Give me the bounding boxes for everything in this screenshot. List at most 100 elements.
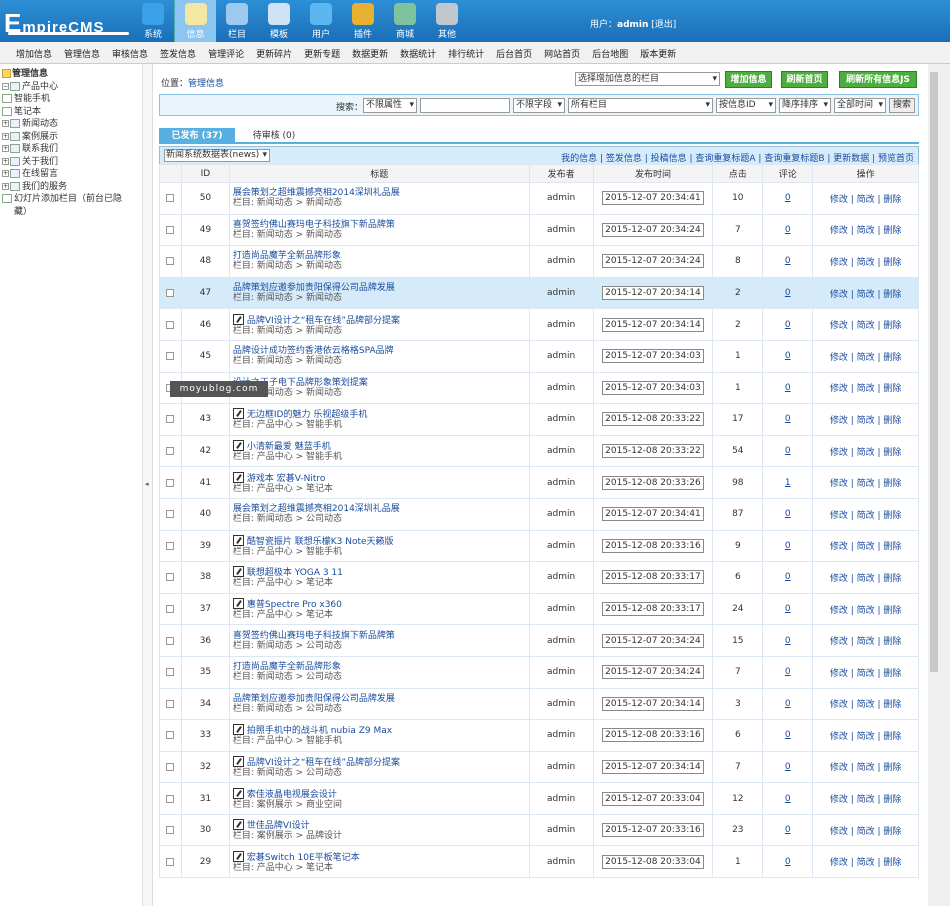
row-comments-link[interactable]: 0 — [785, 256, 791, 266]
row-checkbox[interactable] — [166, 289, 175, 298]
sidebar-splitter[interactable]: ◂ — [143, 64, 153, 906]
search-button[interactable]: 搜索 — [889, 98, 915, 113]
row-checkbox[interactable] — [166, 573, 175, 582]
row-title-link[interactable]: 索佳液晶电视展会设计 — [247, 790, 337, 800]
tree-item[interactable]: + 在线留言 — [2, 168, 140, 181]
row-comments-link[interactable]: 0 — [785, 762, 791, 772]
subnav-item[interactable]: 数据更新 — [346, 42, 394, 63]
row-title-link[interactable]: 展会策划之超维震撼亮相2014深圳礼品展 — [233, 188, 400, 198]
row-comments-link[interactable]: 0 — [785, 541, 791, 551]
nav-gear[interactable]: 其他 — [426, 0, 468, 42]
row-title-link[interactable]: 联想超极本 YOGA 3 11 — [247, 568, 343, 578]
row-title-link[interactable]: 酷智瓷振片 联想乐檬K3 Note天籁版 — [247, 537, 394, 547]
row-checkbox[interactable] — [166, 668, 175, 677]
row-title-link[interactable]: 拍照手机中的战斗机 nubia Z9 Max — [247, 726, 392, 736]
row-checkbox[interactable] — [166, 794, 175, 803]
order-select[interactable]: 降序排序 ▾ — [779, 98, 831, 113]
collapse-arrow-icon[interactable]: ◂ — [145, 480, 149, 488]
row-time-input[interactable]: 2015-12-08 20:33:17 — [602, 570, 704, 585]
row-time-input[interactable]: 2015-12-07 20:33:04 — [602, 791, 704, 806]
row-title-link[interactable]: 品牌设计成功签约香港依云格格SPA品牌 — [233, 346, 394, 356]
row-ops[interactable]: 修改 | 简改 | 删除 — [812, 592, 919, 626]
refresh-home-button[interactable]: 刷新首页 — [781, 71, 828, 88]
table-row[interactable]: 29 宏碁Switch 10E平板笔记本 栏目: 产品中心 > 笔记本 admin 20… — [159, 845, 919, 879]
row-title-link[interactable]: 打造尚品魔芋全新品牌形象 — [233, 662, 341, 672]
tree-item[interactable]: + 案例展示 — [2, 131, 140, 144]
row-time-input[interactable]: 2015-12-08 20:33:17 — [602, 602, 704, 617]
row-comments-link[interactable]: 0 — [785, 193, 791, 203]
row-ops[interactable]: 修改 | 简改 | 删除 — [812, 719, 919, 752]
row-checkbox[interactable] — [166, 857, 175, 866]
row-time-input[interactable]: 2015-12-07 20:34:03 — [602, 349, 704, 364]
row-ops[interactable]: 修改 | 简改 | 删除 — [812, 750, 919, 784]
row-comments-link[interactable]: 0 — [785, 857, 791, 867]
row-checkbox[interactable] — [166, 257, 175, 266]
subnav-item[interactable]: 网站首页 — [538, 42, 586, 63]
row-time-input[interactable]: 2015-12-08 20:33:26 — [602, 475, 704, 490]
tree-item[interactable]: + 关于我们 — [2, 156, 140, 169]
row-title-link[interactable]: 喜贺签约佛山赛玛电子科技旗下新品牌策 — [233, 220, 395, 230]
tree-root[interactable]: 管理信息 — [2, 68, 140, 81]
nav-tools[interactable]: 插件 — [342, 0, 384, 42]
row-title-link[interactable]: 打造尚品魔芋全新品牌形象 — [233, 251, 341, 261]
row-title-link[interactable]: 小清新最爱 魅蓝手机 — [247, 442, 331, 452]
row-comments-link[interactable]: 1 — [785, 478, 791, 488]
nav-folder[interactable]: 栏目 — [216, 0, 258, 42]
row-comments-link[interactable]: 0 — [785, 383, 791, 393]
row-checkbox[interactable] — [166, 320, 175, 329]
toolbar-links[interactable]: 我的信息 | 签发信息 | 投稿信息 | 查询重复标题A | 查询重复标题B |… — [561, 151, 914, 164]
logout-link[interactable]: [退出] — [651, 20, 676, 30]
subnav-item[interactable]: 版本更新 — [634, 42, 682, 63]
expand-icon[interactable]: + — [2, 145, 9, 152]
table-row[interactable]: 39 酷智瓷振片 联想乐檬K3 Note天籁版 栏目: 产品中心 > 智能手机 adm… — [159, 529, 919, 563]
row-checkbox[interactable] — [166, 605, 175, 614]
row-checkbox[interactable] — [166, 447, 175, 456]
row-time-input[interactable]: 2015-12-07 20:34:03 — [602, 380, 704, 395]
table-row[interactable]: 38 联想超极本 YOGA 3 11 栏目: 产品中心 > 笔记本 admin 2015… — [159, 561, 919, 594]
row-time-input[interactable]: 2015-12-07 20:33:16 — [602, 823, 704, 838]
row-comments-link[interactable]: 0 — [785, 636, 791, 646]
row-ops[interactable]: 修改 | 简改 | 删除 — [812, 561, 919, 594]
row-time-input[interactable]: 2015-12-07 20:34:24 — [602, 633, 704, 648]
row-checkbox[interactable] — [166, 731, 175, 740]
tree-item[interactable]: 笔记本 — [2, 106, 140, 119]
attr-select[interactable]: 不限属性 ▾ — [363, 98, 417, 113]
subnav-item[interactable]: 增加信息 — [10, 42, 58, 63]
row-checkbox[interactable] — [166, 415, 175, 424]
search-input[interactable] — [420, 98, 510, 113]
row-ops[interactable]: 修改 | 简改 | 删除 — [812, 434, 919, 468]
row-comments-link[interactable]: 0 — [785, 414, 791, 424]
nav-window[interactable]: 模板 — [258, 0, 300, 42]
breadcrumb-link[interactable]: 管理信息 — [188, 79, 224, 89]
row-title-link[interactable]: 品牌策划应邀参加贵阳保得公司品牌发展 — [233, 283, 395, 293]
row-checkbox[interactable] — [166, 194, 175, 203]
row-time-input[interactable]: 2015-12-07 20:34:24 — [602, 222, 704, 237]
row-time-input[interactable]: 2015-12-07 20:34:14 — [602, 696, 704, 711]
row-time-input[interactable]: 2015-12-07 20:34:24 — [602, 665, 704, 680]
tree-item[interactable]: − 产品中心 — [2, 81, 140, 94]
row-time-input[interactable]: 2015-12-07 20:34:41 — [602, 191, 704, 206]
row-comments-link[interactable]: 0 — [785, 225, 791, 235]
row-title-link[interactable]: 品牌VI设计之“租车在线”品牌部分提案 — [247, 758, 400, 768]
row-comments-link[interactable]: 0 — [785, 509, 791, 519]
subnav-item[interactable]: 后台首页 — [490, 42, 538, 63]
row-time-input[interactable]: 2015-12-08 20:33:16 — [602, 728, 704, 743]
row-ops[interactable]: 修改 | 简改 | 删除 — [812, 624, 919, 657]
row-title-link[interactable]: 宏碁Switch 10E平板笔记本 — [247, 853, 360, 863]
row-comments-link[interactable]: 0 — [785, 699, 791, 709]
tree-item[interactable]: + 新闻动态 — [2, 118, 140, 131]
column-filter-select[interactable]: 所有栏目 ▾ — [568, 98, 713, 113]
nav-notepad[interactable]: 信息 — [174, 0, 216, 42]
field-select[interactable]: 不限字段 ▾ — [513, 98, 565, 113]
row-comments-link[interactable]: 0 — [785, 794, 791, 804]
row-checkbox[interactable] — [166, 510, 175, 519]
nav-user[interactable]: 用户 — [300, 0, 342, 42]
col-id[interactable]: ID — [180, 164, 230, 183]
table-row[interactable]: 41 游戏本 宏碁V-Nitro 栏目: 产品中心 > 笔记本 admin 2015-1… — [159, 466, 919, 499]
row-comments-link[interactable]: 0 — [785, 351, 791, 361]
table-row[interactable]: 37 惠普Spectre Pro x360 栏目: 产品中心 > 笔记本 admin 2… — [159, 592, 919, 626]
table-row[interactable]: 43 无边框ID的魅力 乐视超级手机 栏目: 产品中心 > 智能手机 admin 201… — [159, 403, 919, 436]
row-checkbox[interactable] — [166, 225, 175, 234]
row-time-input[interactable]: 2015-12-08 20:33:22 — [602, 412, 704, 427]
row-ops[interactable]: 修改 | 简改 | 删除 — [812, 813, 919, 847]
